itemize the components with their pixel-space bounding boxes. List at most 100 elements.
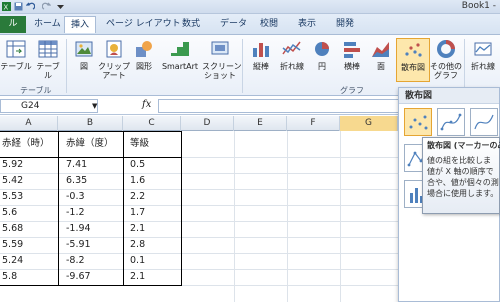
table-cell[interactable]: 7.41: [64, 157, 122, 173]
table-cell[interactable]: 2.1: [128, 269, 180, 285]
pivot-table-button[interactable]: テーブル: [0, 38, 32, 71]
smartart-label: SmartArt: [161, 62, 199, 71]
table-cell[interactable]: -1.94: [64, 221, 122, 237]
sparkline-line-button[interactable]: 折れ線: [468, 38, 498, 71]
column-header-f[interactable]: F: [287, 116, 340, 131]
table-cell[interactable]: -9.67: [64, 269, 122, 285]
scatter-chart-button[interactable]: 散布図: [396, 38, 430, 82]
column-header-g[interactable]: G: [340, 116, 398, 131]
smartart-icon: [171, 42, 189, 56]
shapes-button[interactable]: 図形: [130, 38, 158, 71]
table-cell[interactable]: 2.2: [128, 189, 180, 205]
tooltip-line: 値の組を比較しま: [427, 156, 491, 165]
scatter-smooth-line-icon: [474, 114, 494, 130]
table-cell[interactable]: -8.2: [64, 253, 122, 269]
tooltip-line: 場合に使用します。: [427, 189, 499, 198]
column-header-e[interactable]: E: [234, 116, 287, 131]
table-cell[interactable]: -0.3: [64, 189, 122, 205]
table-cell[interactable]: 5.6: [0, 205, 58, 221]
sparkline-icon: [474, 42, 492, 56]
bar-chart-button[interactable]: 横棒: [338, 38, 366, 71]
picture-button[interactable]: 図: [72, 38, 96, 71]
pivot-table-label: テーブル: [0, 62, 32, 71]
other-charts-label: その他の グラフ: [430, 62, 462, 80]
tab-home[interactable]: ホーム: [28, 16, 67, 33]
table-label: テーブル: [36, 62, 60, 80]
tab-review[interactable]: 校閲: [254, 16, 284, 33]
table-cell[interactable]: 5.53: [0, 189, 58, 205]
table-header-dec[interactable]: 赤緯（度）: [64, 136, 122, 152]
scatter-chart-label: 散布図: [401, 63, 425, 72]
tab-file[interactable]: ル: [0, 16, 26, 33]
tab-developer[interactable]: 開発: [330, 16, 360, 33]
table-cell[interactable]: 6.35: [64, 173, 122, 189]
sparkline-label: 折れ線: [471, 62, 495, 71]
scatter-smooth-lines-markers-option[interactable]: [437, 108, 465, 136]
tab-formulas[interactable]: 数式: [176, 16, 206, 33]
shapes-label: 図形: [136, 62, 152, 71]
table-cell[interactable]: -1.2: [64, 205, 122, 221]
name-box-dropdown-icon[interactable]: ▼: [92, 102, 97, 110]
other-charts-button[interactable]: その他の グラフ: [430, 38, 462, 80]
picture-icon: [75, 41, 93, 57]
table-cell[interactable]: 2.8: [128, 237, 180, 253]
line-chart-label: 折れ線: [280, 62, 304, 71]
pivot-table-icon: [6, 40, 26, 58]
tab-insert[interactable]: 挿入: [64, 16, 97, 33]
area-chart-label: 面: [377, 62, 385, 71]
column-header-b[interactable]: B: [58, 116, 123, 131]
table-cell[interactable]: 1.7: [128, 205, 180, 221]
table-cell[interactable]: 5.8: [0, 269, 58, 285]
tooltip-line: 合や、値が個々の測: [427, 178, 499, 187]
clipart-label: クリップ アート: [98, 62, 130, 80]
scatter-markers-icon: [409, 115, 428, 130]
area-chart-icon: [372, 42, 389, 57]
line-chart-button[interactable]: 折れ線: [276, 38, 308, 71]
column-header-d[interactable]: D: [181, 116, 234, 131]
tab-view[interactable]: 表示: [292, 16, 322, 33]
undo-icon[interactable]: [26, 2, 35, 11]
table-cell[interactable]: 5.68: [0, 221, 58, 237]
tab-page-layout[interactable]: ページ レイアウト: [100, 16, 187, 33]
table-cell[interactable]: 5.42: [0, 173, 58, 189]
screenshot-icon: [211, 41, 229, 55]
table-cell[interactable]: 0.5: [128, 157, 180, 173]
redo-icon[interactable]: [42, 2, 51, 11]
pie-chart-button[interactable]: 円: [310, 38, 334, 71]
pie-chart-label: 円: [318, 62, 326, 71]
ribbon-tabs: ル ホーム 挿入 ページ レイアウト 数式 データ 校閲 表示 開発: [0, 14, 500, 34]
table-cell[interactable]: 0.1: [128, 253, 180, 269]
table-cell[interactable]: 1.6: [128, 173, 180, 189]
column-chart-button[interactable]: 縦棒: [248, 38, 274, 71]
insert-function-button[interactable]: fx: [142, 99, 151, 110]
smartart-button[interactable]: SmartArt: [160, 38, 200, 71]
scatter-smooth-icon: [440, 113, 462, 131]
scatter-markers-only-option[interactable]: [404, 108, 432, 136]
table-header-magnitude[interactable]: 等級: [128, 136, 180, 152]
clipart-button[interactable]: クリップ アート: [98, 38, 130, 80]
column-header-a[interactable]: A: [0, 116, 58, 131]
table-cell[interactable]: 2.1: [128, 221, 180, 237]
table-header-ra[interactable]: 赤経（時）: [0, 136, 58, 152]
area-chart-button[interactable]: 面: [368, 38, 394, 71]
shapes-icon: [136, 41, 152, 57]
picture-label: 図: [80, 62, 88, 71]
name-box[interactable]: G24: [0, 99, 98, 113]
screenshot-button[interactable]: スクリーン ショット: [202, 38, 242, 80]
scatter-smooth-lines-option[interactable]: [470, 108, 498, 136]
table-icon: [38, 40, 58, 58]
customize-qat-icon[interactable]: [56, 2, 65, 11]
table-cell[interactable]: 5.59: [0, 237, 58, 253]
column-chart-label: 縦棒: [253, 62, 269, 71]
table-cell[interactable]: 5.24: [0, 253, 58, 269]
svg-text:X: X: [4, 5, 9, 12]
column-header-c[interactable]: C: [123, 116, 181, 131]
table-cell[interactable]: -5.91: [64, 237, 122, 253]
table-button[interactable]: テーブル: [34, 38, 62, 80]
save-icon[interactable]: [14, 2, 23, 11]
tooltip-line: 値が X 軸の順序で: [427, 167, 494, 176]
group-label-charts: グラフ: [340, 86, 364, 95]
tab-data[interactable]: データ: [214, 16, 253, 33]
tooltip-title: 散布図 (マーカーのみ: [427, 141, 500, 150]
table-cell[interactable]: 5.92: [0, 157, 58, 173]
